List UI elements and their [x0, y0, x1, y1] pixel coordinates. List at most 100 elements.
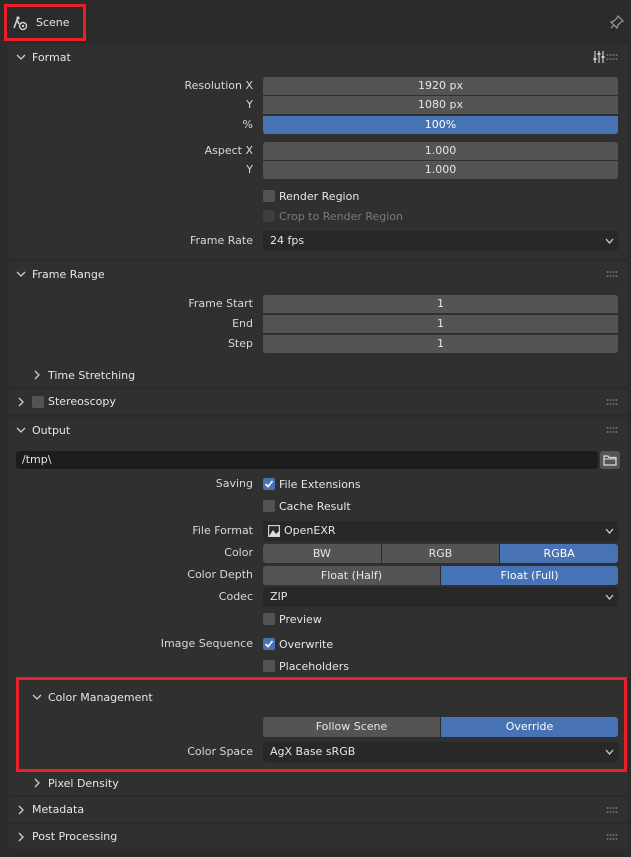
file-format-dropdown[interactable]: OpenEXR [263, 521, 618, 541]
resolution-percent-label: % [242, 118, 253, 131]
drag-handle[interactable] [606, 53, 618, 61]
scene-icon [13, 15, 28, 30]
metadata-title: Metadata [32, 803, 85, 816]
highlight-annotation-box [16, 677, 627, 772]
frame-start-field[interactable]: 1 [263, 295, 618, 313]
crop-to-render-region-checkbox[interactable]: Crop to Render Region [263, 208, 403, 224]
post-processing-panel-header[interactable]: Post Processing [8, 824, 628, 849]
color-label: Color [224, 546, 253, 559]
frame-end-field[interactable]: 1 [263, 315, 618, 333]
output-panel-header[interactable]: Output [8, 417, 628, 443]
chevron-right-icon [34, 778, 40, 788]
frame-rate-label: Frame Rate [190, 234, 253, 247]
browse-folder-button[interactable] [600, 451, 620, 469]
crop-to-render-region-label: Crop to Render Region [279, 209, 404, 223]
checkmark-icon [264, 480, 274, 488]
format-title: Format [32, 50, 71, 64]
checkbox-box [263, 638, 275, 650]
chevron-right-icon [18, 832, 24, 841]
file-extensions-label: File Extensions [279, 477, 361, 491]
chevron-down-icon [16, 54, 26, 60]
color-depth-half[interactable]: Float (Half) [263, 566, 441, 585]
drag-handle[interactable] [606, 270, 618, 278]
time-stretching-subpanel[interactable]: Time Stretching [24, 366, 135, 384]
post-processing-panel: Post Processing [8, 824, 628, 849]
frame-rate-dropdown[interactable]: 24 fps [263, 231, 618, 251]
chevron-down-icon [16, 271, 26, 277]
scene-tab-label: Scene [36, 16, 70, 29]
cache-result-checkbox[interactable]: Cache Result [263, 498, 351, 514]
color-mode-bw[interactable]: BW [263, 544, 382, 563]
color-depth-full[interactable]: Float (Full) [441, 566, 618, 585]
stereoscopy-panel-header[interactable]: Stereoscopy [8, 389, 628, 414]
aspect-x-field[interactable]: 1.000 [263, 142, 618, 160]
time-stretching-title: Time Stretching [48, 368, 136, 382]
saving-label: Saving [215, 477, 253, 490]
scene-tab[interactable]: Scene [4, 4, 86, 41]
post-processing-title: Post Processing [32, 830, 118, 843]
file-format-label: File Format [192, 524, 253, 537]
color-mode-rgb[interactable]: RGB [381, 544, 501, 563]
frame-range-title: Frame Range [32, 267, 105, 281]
color-depth-label: Color Depth [187, 568, 253, 581]
frame-range-panel-header[interactable]: Frame Range [8, 261, 628, 287]
aspect-x-label: Aspect X [204, 144, 253, 157]
stereoscopy-title: Stereoscopy [48, 395, 116, 408]
chevron-right-icon [18, 805, 24, 814]
resolution-y-label: Y [246, 98, 253, 111]
preview-checkbox[interactable]: Preview [263, 611, 322, 627]
stereoscopy-checkbox[interactable] [32, 395, 44, 408]
chevron-down-icon [605, 528, 614, 534]
drag-handle[interactable] [606, 806, 618, 814]
pin-icon[interactable] [609, 14, 625, 30]
chevron-down-icon [605, 238, 614, 244]
aspect-y-field[interactable]: 1.000 [263, 161, 618, 179]
frame-step-field[interactable]: 1 [263, 335, 618, 353]
resolution-y-field[interactable]: 1080 px [263, 96, 618, 114]
presets-icon[interactable] [592, 49, 606, 65]
render-region-checkbox[interactable]: Render Region [263, 188, 359, 204]
chevron-down-icon [605, 594, 614, 600]
frame-end-label: End [232, 317, 253, 330]
placeholders-checkbox[interactable]: Placeholders [263, 658, 349, 674]
file-extensions-checkbox[interactable]: File Extensions [263, 476, 361, 492]
metadata-panel-header[interactable]: Metadata [8, 797, 628, 822]
file-format-value: OpenEXR [284, 524, 336, 537]
checkbox-box [263, 613, 275, 625]
codec-label: Codec [218, 590, 253, 603]
folder-icon [603, 455, 617, 466]
pixel-density-subpanel[interactable]: Pixel Density [24, 774, 119, 792]
placeholders-label: Placeholders [279, 659, 350, 673]
overwrite-checkbox[interactable]: Overwrite [263, 636, 333, 652]
image-sequence-label: Image Sequence [160, 637, 253, 650]
format-panel-header[interactable]: Format [8, 44, 628, 70]
color-depth-selector: Float (Half) Float (Full) [263, 566, 618, 585]
drag-handle[interactable] [606, 833, 618, 841]
checkbox-box [263, 478, 275, 490]
chevron-down-icon [16, 427, 26, 433]
color-mode-rgba[interactable]: RGBA [500, 544, 618, 563]
frame-rate-value: 24 fps [270, 234, 305, 247]
properties-header: Scene [0, 0, 631, 44]
frame-step-label: Step [227, 337, 253, 350]
cache-result-label: Cache Result [279, 499, 351, 513]
chevron-right-icon [18, 397, 24, 406]
preview-label: Preview [279, 612, 322, 626]
frame-start-label: Frame Start [188, 297, 253, 310]
codec-dropdown[interactable]: ZIP [263, 587, 618, 607]
image-file-icon [268, 525, 280, 537]
checkbox-box [263, 190, 275, 202]
output-title: Output [32, 423, 71, 437]
output-path-input[interactable]: /tmp\ [16, 451, 598, 469]
resolution-x-field[interactable]: 1920 px [263, 77, 618, 95]
pixel-density-title: Pixel Density [48, 776, 119, 790]
resolution-x-label: Resolution X [184, 79, 253, 92]
metadata-panel: Metadata [8, 797, 628, 822]
color-mode-selector: BW RGB RGBA [263, 544, 618, 563]
checkmark-icon [264, 640, 274, 648]
stereoscopy-panel: Stereoscopy [8, 389, 628, 414]
drag-handle[interactable] [606, 426, 618, 434]
aspect-y-label: Y [246, 163, 253, 176]
resolution-percent-slider[interactable]: 100% [263, 116, 618, 134]
drag-handle[interactable] [606, 398, 618, 406]
